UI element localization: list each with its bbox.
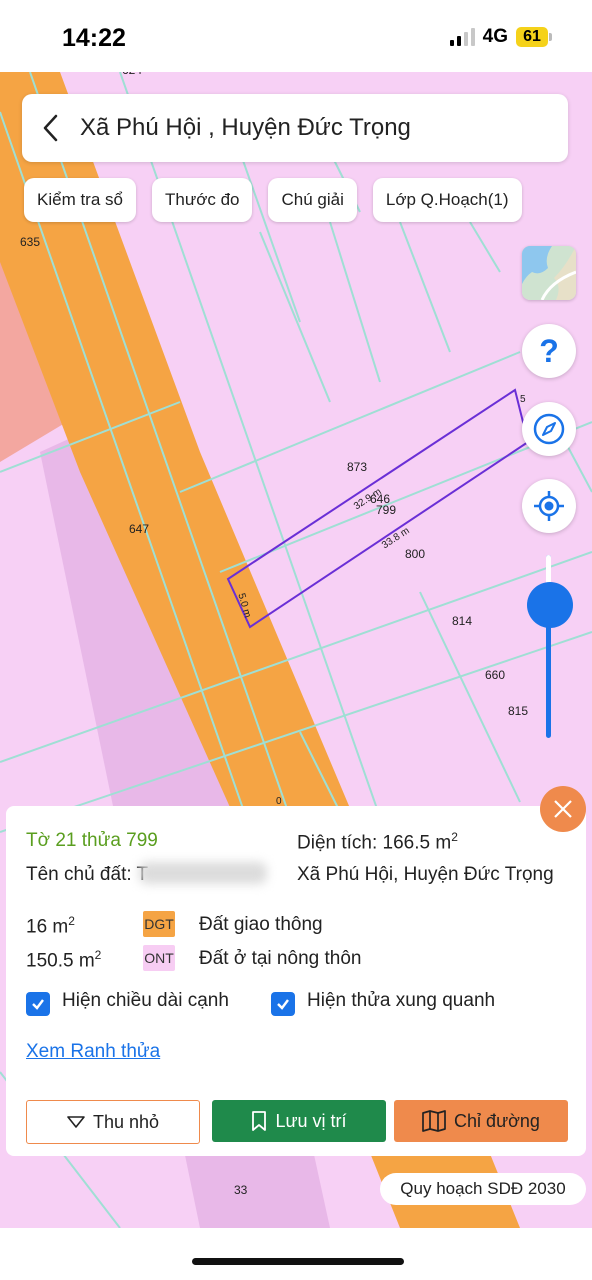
map-label: 873 xyxy=(347,460,368,474)
land-use-desc: Đất giao thông xyxy=(199,914,323,935)
battery-level: 61 xyxy=(516,27,548,47)
show-neighbors-label: Hiện thửa xung quanh xyxy=(307,990,496,1011)
map-label: 814 xyxy=(452,614,473,628)
legend-chip[interactable]: Chú giải xyxy=(268,178,357,222)
question-icon: ? xyxy=(539,332,559,369)
my-location-button[interactable] xyxy=(522,479,576,533)
parcel-number: Tờ 21 thửa 799 xyxy=(26,830,158,851)
land-code-badge: ONT xyxy=(143,945,175,971)
location-header[interactable]: Xã Phú Hội , Huyện Đức Trọng xyxy=(22,94,568,162)
zoom-slider-handle[interactable] xyxy=(527,582,573,628)
planning-layer-label[interactable]: Quy hoạch SDĐ 2030 xyxy=(380,1173,586,1205)
show-edge-length-label: Hiện chiều dài cạnh xyxy=(62,990,229,1011)
map-label: 800 xyxy=(405,547,426,561)
parcel-location: Xã Phú Hội, Huyện Đức Trọng xyxy=(297,864,554,885)
check-icon xyxy=(32,999,44,1010)
collapse-label: Thu nhỏ xyxy=(92,1111,160,1132)
land-use-area: 150.5 m2 xyxy=(26,948,102,972)
crosshair-icon xyxy=(534,491,564,521)
map-label: 815 xyxy=(508,704,529,718)
map-label: 660 xyxy=(485,668,506,682)
save-location-label: Lưu vị trí xyxy=(275,1110,347,1131)
planning-layer-chip[interactable]: Lớp Q.Hoạch(1) xyxy=(372,178,522,222)
owner-name: Tên chủ đất: T xyxy=(26,864,149,885)
signal-icon xyxy=(449,28,475,46)
network-type: 4G xyxy=(482,26,508,47)
home-indicator[interactable] xyxy=(192,1258,404,1265)
map-label: 799 xyxy=(376,503,397,517)
check-icon xyxy=(277,999,289,1010)
map-label: 647 xyxy=(129,522,150,536)
compass-icon xyxy=(533,413,565,445)
parcel-area: Diện tích: 166.5 m2 xyxy=(297,830,458,854)
status-time: 14:22 xyxy=(62,24,126,52)
owner-name-redacted xyxy=(139,862,267,884)
toolbar-chips: Kiểm tra sổ Thước đo Chú giải Lớp Q.Hoạc… xyxy=(24,178,522,222)
status-bar: 14:22 4G 61 xyxy=(0,0,592,72)
status-icons: 4G 61 xyxy=(449,26,552,48)
check-book-chip[interactable]: Kiểm tra sổ xyxy=(24,178,136,222)
ruler-chip[interactable]: Thước đo xyxy=(151,178,253,222)
collapse-button[interactable]: Thu nhỏ xyxy=(26,1100,200,1144)
show-neighbors-checkbox[interactable] xyxy=(271,992,295,1016)
directions-label: Chỉ đường xyxy=(454,1110,540,1131)
battery-icon: 61 xyxy=(516,27,552,47)
map-layer-icon xyxy=(522,246,576,300)
map-type-button[interactable] xyxy=(522,246,576,300)
bookmark-icon xyxy=(252,1111,267,1131)
triangle-down-icon xyxy=(67,1116,85,1128)
show-edge-length-checkbox[interactable] xyxy=(26,992,50,1016)
map-label: 33 xyxy=(234,1183,248,1197)
close-panel-button[interactable] xyxy=(540,786,586,832)
map-label: 635 xyxy=(20,235,41,249)
back-arrow-icon[interactable] xyxy=(22,94,80,162)
map-icon xyxy=(422,1110,446,1132)
land-code-badge: DGT xyxy=(143,911,175,937)
compass-button[interactable] xyxy=(522,402,576,456)
location-title: Xã Phú Hội , Huyện Đức Trọng xyxy=(80,114,411,141)
land-use-area: 16 m2 xyxy=(26,914,75,938)
save-location-button[interactable]: Lưu vị trí xyxy=(212,1100,386,1142)
land-use-desc: Đất ở tại nông thôn xyxy=(199,948,362,969)
help-button[interactable]: ? xyxy=(522,324,576,378)
view-boundary-link[interactable]: Xem Ranh thửa xyxy=(26,1041,160,1063)
close-icon xyxy=(554,800,572,818)
directions-button[interactable]: Chỉ đường xyxy=(394,1100,568,1142)
map-label: 5 xyxy=(520,394,526,405)
